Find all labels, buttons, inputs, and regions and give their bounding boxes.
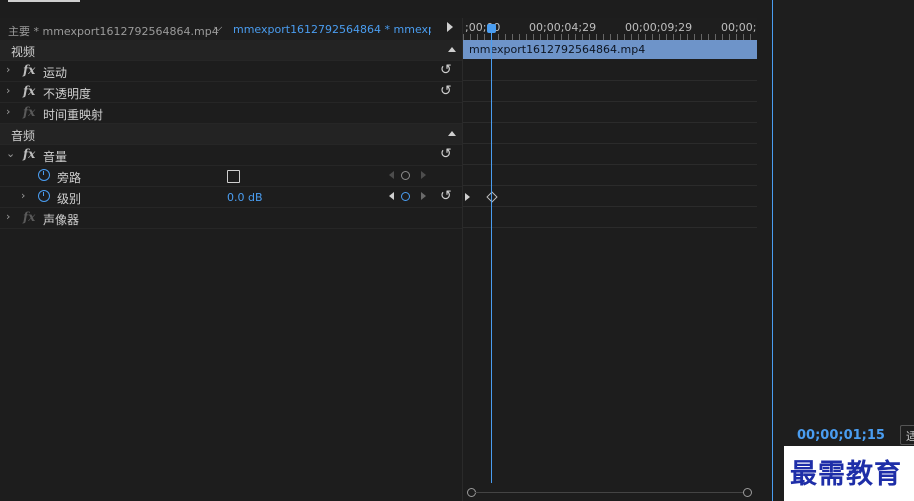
stopwatch-icon[interactable] [38,190,50,202]
track-divider [463,227,757,228]
track-divider [463,206,757,207]
fx-icon[interactable]: fx [23,63,35,77]
fx-icon: fx [23,210,36,224]
track-divider [463,164,757,165]
timecode-label: 00;00;04;29 [529,21,597,34]
next-keyframe-icon[interactable] [421,171,426,179]
chevron-right-icon[interactable]: › [6,63,10,76]
fit-dropdown-label: 适 [906,428,914,444]
play-icon[interactable] [447,22,453,32]
prev-keyframe-icon[interactable] [389,192,394,200]
add-keyframe-icon[interactable] [401,192,410,201]
watermark-logo: 最需教育 [784,446,914,501]
chevron-right-icon[interactable]: › [6,84,10,97]
track-divider [463,101,757,102]
playhead-handle[interactable] [487,24,496,33]
effect-name: 音量 [43,150,68,164]
track-divider [463,80,757,81]
fit-dropdown[interactable]: 适 [900,425,914,445]
next-keyframe-icon[interactable] [421,192,426,200]
effect-name: 声像器 [43,213,80,227]
param-name: 级别 [57,192,82,206]
clip-bar[interactable]: mmexport1612792564864.mp4 [463,40,757,59]
clip-name: mmexport1612792564864.mp4 [469,43,646,56]
effect-row-volume[interactable]: ⌄ fx 音量 ↺ [0,145,462,166]
collapse-arrow-icon[interactable] [448,131,456,136]
watermark-text: 最需教育 [790,459,902,490]
reset-icon[interactable]: ↺ [440,62,452,78]
timeline-scrollbar[interactable] [463,486,757,498]
playhead-line[interactable] [491,26,492,483]
chevron-right-icon[interactable]: › [21,189,25,202]
source-tab[interactable]: 主要 * mmexport1612792564864.mp4 [8,23,219,39]
clip-tab[interactable]: mmexport1612792564864 * mmexport... [233,23,431,36]
param-row-level[interactable]: › 级别 0.0 dB ↺ [0,187,462,208]
fx-icon[interactable]: fx [23,147,35,161]
timecode-label: 00;00; [721,21,757,34]
chevron-right-icon[interactable]: › [6,105,10,118]
collapse-arrow-icon[interactable] [448,47,456,52]
fx-icon[interactable]: fx [23,84,35,98]
prev-keyframe-icon[interactable] [389,171,394,179]
section-video[interactable]: 视频 [0,40,462,61]
stopwatch-icon[interactable] [38,169,50,181]
effect-row-opacity[interactable]: › fx 不透明度 ↺ [0,82,462,103]
add-keyframe-icon[interactable] [401,171,410,180]
track-divider [463,122,757,123]
section-audio-label: 音频 [11,129,36,143]
effect-name: 时间重映射 [43,108,104,122]
effect-row-time-remap[interactable]: › fx 时间重映射 [0,103,462,124]
reset-icon[interactable]: ↺ [440,188,452,204]
scroll-end-handle[interactable] [743,488,752,497]
effect-timeline[interactable]: ;00;00 00;00;04;29 00;00;09;29 00;00; mm… [462,18,757,501]
keyframe-icon[interactable] [486,191,498,203]
play-icon[interactable] [465,193,470,201]
param-row-bypass[interactable]: 旁路 [0,166,462,187]
time-ruler[interactable]: ;00;00 00;00;04;29 00;00;09;29 00;00; [463,18,757,40]
program-timecode[interactable]: 00;00;01;15 [797,428,885,443]
timecode-label: 00;00;09;29 [625,21,693,34]
bypass-checkbox[interactable] [227,170,240,183]
param-name: 旁路 [57,171,82,185]
track-divider [463,185,757,186]
program-monitor-panel [773,0,914,501]
effect-name: 不透明度 [43,87,92,101]
scroll-track[interactable] [475,492,743,493]
section-video-label: 视频 [11,45,36,59]
fx-icon: fx [23,105,36,119]
reset-icon[interactable]: ↺ [440,146,452,162]
active-panel-indicator [8,0,80,2]
effect-name: 运动 [43,66,68,80]
effect-controls-header: 主要 * mmexport1612792564864.mp4 ⌵ mmexpor… [0,18,462,40]
reset-icon[interactable]: ↺ [440,83,452,99]
effect-row-motion[interactable]: › fx 运动 ↺ [0,61,462,82]
chevron-down-icon[interactable]: ⌄ [6,147,15,160]
chevron-down-icon[interactable]: ⌵ [214,21,222,35]
level-value[interactable]: 0.0 dB [227,191,263,204]
effect-row-panner[interactable]: › fx 声像器 [0,208,462,229]
track-divider [463,143,757,144]
section-audio[interactable]: 音频 [0,124,462,145]
chevron-right-icon[interactable]: › [6,210,10,223]
